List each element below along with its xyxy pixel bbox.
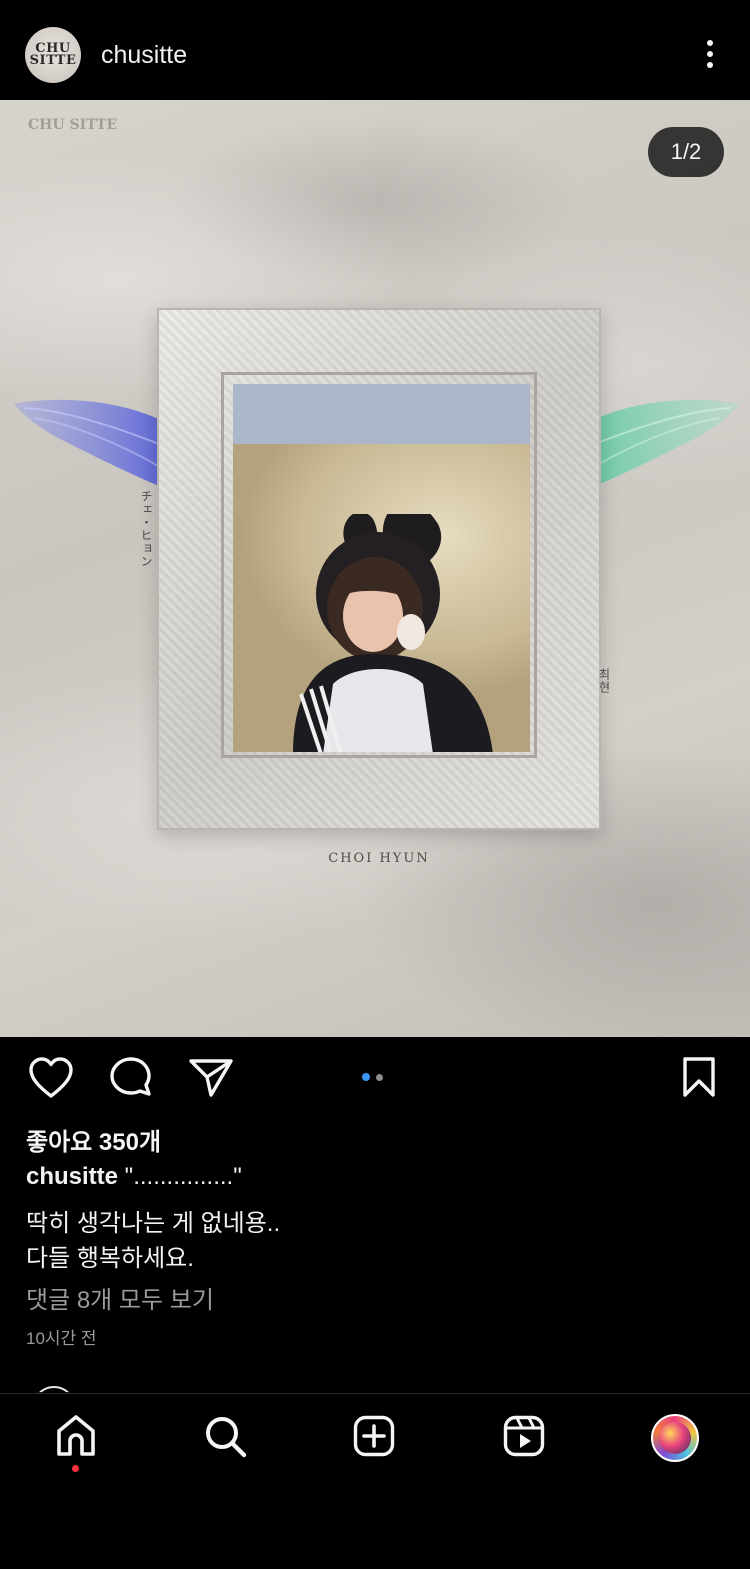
carousel-dot [362,1073,370,1081]
profile-avatar[interactable] [651,1414,699,1462]
watermark-logo: CHU SITTE [28,117,118,133]
more-vertical-icon[interactable] [700,36,720,72]
post-header: CHU SITTE chusitte [0,0,750,100]
create-plus-icon[interactable] [353,1415,395,1457]
paper-plane-icon[interactable] [188,1057,234,1099]
heart-icon[interactable] [28,1057,74,1099]
person-figure [293,514,493,752]
image-counter: 1/2 [648,127,724,177]
photo-background [233,384,530,444]
artwork-caption: CHOI HYUN [328,851,430,866]
view-all-comments-link[interactable]: 댓글 8개 모두 보기 [26,1280,214,1315]
post-caption-line2: 딱히 생각나는 게 없네용.. [26,1210,281,1237]
caption-text: "..............." [118,1163,242,1190]
avatar-logo: CHU SITTE [29,41,77,68]
bottom-tab-bar [0,1393,750,1569]
search-icon[interactable] [203,1414,247,1458]
post-timestamp: 10시간 전 [26,1329,97,1348]
post-image[interactable]: CHU SITTE 1/2 チェ・ヒョン 최현 CHOI HYUN [0,100,750,1037]
carousel-dot [376,1073,383,1081]
home-icon[interactable] [54,1414,98,1458]
bookmark-icon[interactable] [680,1056,718,1098]
avatar[interactable]: CHU SITTE [25,27,81,83]
notification-dot [72,1465,79,1472]
comment-bubble-icon[interactable] [108,1057,154,1101]
username[interactable]: chusitte [101,41,187,70]
green-wing-image [582,399,740,488]
artwork-vertical-text-left: チェ・ヒョン [139,490,153,568]
post-caption-line3: 다들 행복하세요. [26,1245,194,1272]
like-count[interactable]: 좋아요 350개 [26,1122,161,1157]
reels-icon[interactable] [503,1415,545,1457]
blue-wing-image [14,399,172,488]
portrait-photo [233,384,530,752]
artwork-vertical-text-right: 최현 [597,668,611,694]
caption-username[interactable]: chusitte [26,1163,118,1190]
carousel-indicator [362,1073,392,1083]
post-caption-line1: chusitte "..............." [26,1163,242,1191]
